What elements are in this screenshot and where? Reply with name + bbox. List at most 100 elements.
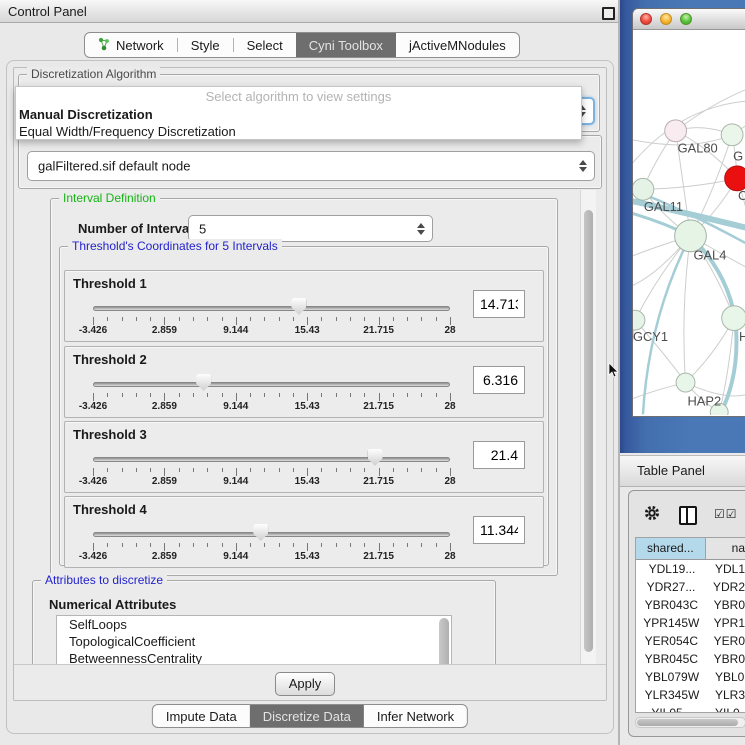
tick-label: 21.715 (363, 476, 394, 487)
network-node-hap2[interactable] (676, 373, 695, 392)
table-horizontal-scrollbar[interactable] (635, 717, 745, 728)
dropdown-option-manual-discretization[interactable]: Manual Discretization (16, 106, 581, 123)
tick-mark (122, 543, 123, 547)
list-scrollbar-thumb[interactable] (439, 618, 449, 664)
column-header-shared-name[interactable]: shared... (636, 538, 706, 559)
tab-infer-network[interactable]: Infer Network (364, 705, 467, 727)
table-panel-card: ☑☑ shared... na YDL19...YDL1YDR27...YDR2… (628, 490, 745, 737)
threshold-panel: Threshold 2-3.4262.8599.14415.4321.71528 (64, 346, 544, 418)
table-row[interactable]: YBL079WYBL0 (636, 668, 745, 686)
table-row[interactable]: YPR145WYPR1 (636, 614, 745, 632)
cell-shared-name: YPR145W (636, 614, 708, 632)
node-label: GAL80 (678, 141, 718, 156)
cell-name: YPR1 (708, 614, 745, 632)
tick-mark (264, 468, 265, 472)
network-node-h[interactable] (722, 306, 745, 331)
tick-mark (136, 468, 137, 472)
minimize-traffic-light[interactable] (660, 13, 672, 25)
gear-icon[interactable] (643, 504, 661, 522)
network-canvas[interactable]: GAL80GCGAL11GAL4GCY1HHAP2 (633, 30, 745, 415)
cell-shared-name: YLR345W (636, 686, 709, 704)
list-item[interactable]: TopologicalCoefficient (57, 633, 451, 650)
close-traffic-light[interactable] (640, 13, 652, 25)
tick-mark (421, 393, 422, 397)
slider-handle[interactable] (291, 298, 306, 315)
table-row[interactable]: YBR045CYBR0 (636, 650, 745, 668)
tab-style[interactable]: Style (178, 33, 233, 57)
node-label: C (738, 188, 745, 203)
table-data-combobox[interactable]: galFiltered.sif default node (27, 151, 595, 181)
zoom-traffic-light[interactable] (680, 13, 692, 25)
table-data-group: Table Data galFiltered.sif default node (18, 135, 602, 189)
select-columns-icon[interactable]: ☑☑ (714, 507, 738, 521)
slider-track[interactable] (93, 457, 450, 462)
table-row[interactable]: YIL05...YIL0 (636, 704, 745, 713)
tick-mark (93, 317, 94, 325)
network-node-gal11[interactable] (633, 178, 654, 200)
slider-track[interactable] (93, 306, 450, 311)
network-node-g[interactable] (721, 124, 743, 146)
apply-button[interactable]: Apply (275, 672, 335, 696)
mouse-cursor (608, 363, 620, 379)
split-columns-icon[interactable] (679, 506, 697, 525)
tick-mark (122, 317, 123, 321)
cell-name: YER0 (708, 632, 745, 650)
tick-mark (136, 393, 137, 397)
threshold-label: Threshold 1 (73, 276, 147, 291)
tick-mark (336, 468, 337, 472)
tick-mark (179, 317, 180, 321)
threshold-value-field[interactable] (473, 441, 525, 469)
threshold-value-field[interactable] (473, 516, 525, 544)
cell-name: YBL0 (709, 668, 745, 686)
threshold-panel: Threshold 4-3.4262.8599.14415.4321.71528 (64, 496, 544, 568)
slider-track[interactable] (93, 382, 450, 387)
tick-mark (207, 317, 208, 321)
slider-handle[interactable] (253, 524, 268, 541)
table-row[interactable]: YBR043CYBR0 (636, 596, 745, 614)
threshold-value-field[interactable] (473, 290, 525, 318)
list-item[interactable]: SelfLoops (57, 616, 451, 633)
node-label: GCY1 (633, 329, 668, 344)
network-node-gal80[interactable] (665, 120, 687, 142)
threshold-value-field[interactable] (473, 366, 525, 394)
tab-label: jActiveMNodules (409, 38, 506, 53)
tick-label: 2.859 (152, 551, 177, 562)
tick-label: -3.426 (79, 401, 107, 412)
node-label: HAP2 (688, 393, 722, 408)
tick-mark (379, 468, 380, 476)
network-node-gcy1[interactable] (633, 310, 645, 330)
settings-vertical-scrollbar[interactable] (580, 190, 596, 664)
tab-discretize-data[interactable]: Discretize Data (250, 705, 364, 727)
cell-name: YDL1 (709, 560, 745, 578)
tab-cyni-toolbox[interactable]: Cyni Toolbox (296, 33, 396, 57)
table-row[interactable]: YLR345WYLR3 (636, 686, 745, 704)
tab-impute-data[interactable]: Impute Data (153, 705, 250, 727)
slider-track[interactable] (93, 532, 450, 537)
float-window-icon[interactable] (602, 7, 615, 20)
slider-handle[interactable] (196, 374, 211, 391)
network-node-c[interactable] (725, 166, 745, 191)
tick-mark (107, 543, 108, 547)
table-panel-header: Table Panel (620, 455, 745, 487)
network-window-titlebar[interactable] (633, 9, 745, 30)
application-window: Control Panel ✖ NetworkStyleSelectCyni T… (0, 0, 745, 745)
tick-mark (136, 317, 137, 321)
table-row[interactable]: YDL19...YDL1 (636, 560, 745, 578)
tick-mark (364, 543, 365, 547)
column-header-name[interactable]: na (706, 538, 745, 559)
table-row[interactable]: YDR27...YDR2 (636, 578, 745, 596)
scrollbar-thumb[interactable] (637, 719, 738, 726)
dropdown-option-equal-width-frequency[interactable]: Equal Width/Frequency Discretization (16, 123, 581, 140)
slider-handle[interactable] (368, 449, 383, 466)
tab-select[interactable]: Select (234, 33, 296, 57)
cell-shared-name: YDR27... (636, 578, 707, 596)
tick-mark (236, 317, 237, 325)
number-of-intervals-combobox[interactable]: 5 (188, 215, 433, 242)
tick-label: 21.715 (363, 401, 394, 412)
tab-network[interactable]: Network (85, 33, 177, 57)
list-item[interactable]: BetweennessCentrality (57, 650, 451, 664)
tick-mark (379, 317, 380, 325)
table-row[interactable]: YER054CYER0 (636, 632, 745, 650)
tab-jactivemnodules[interactable]: jActiveMNodules (396, 33, 519, 57)
scrollbar-thumb[interactable] (584, 210, 593, 652)
